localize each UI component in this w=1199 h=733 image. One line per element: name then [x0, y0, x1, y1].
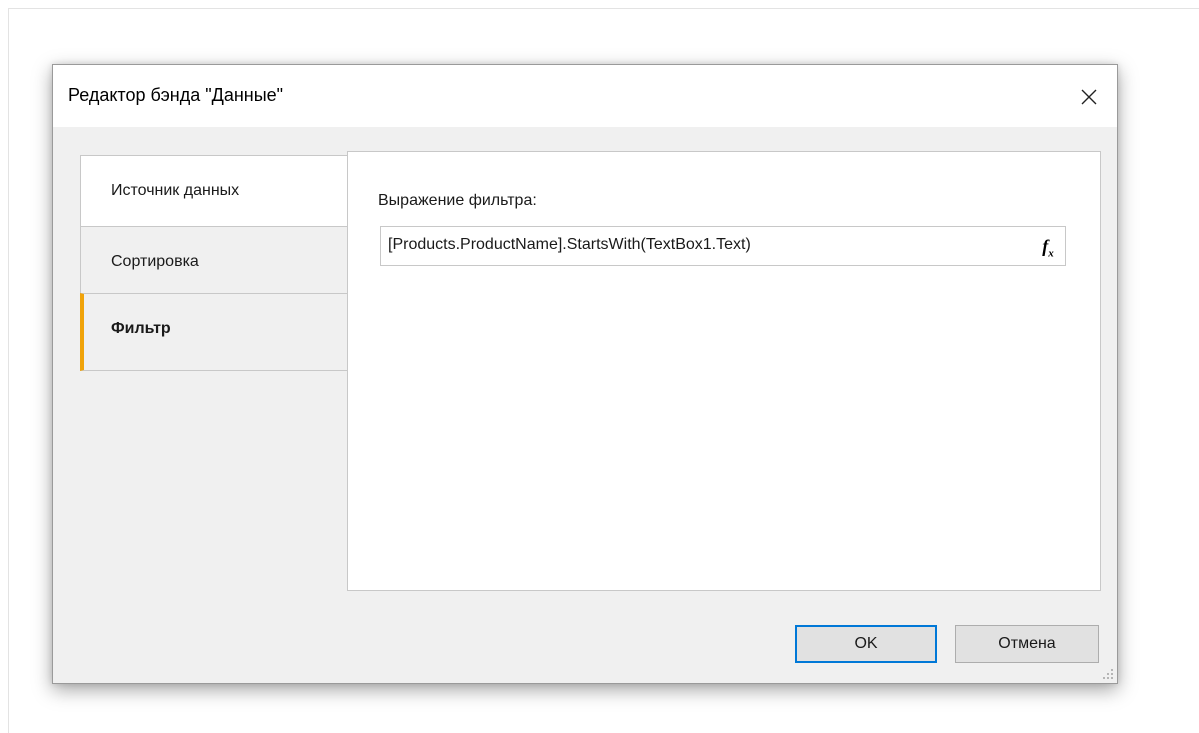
tab-sorting[interactable]: Сортировка — [80, 226, 348, 294]
close-icon — [1081, 89, 1097, 105]
title-bar: Редактор бэнда "Данные" — [53, 65, 1117, 127]
ok-button[interactable]: OK — [795, 625, 937, 663]
filter-panel: Выражение фильтра: [Products.ProductName… — [347, 151, 1101, 591]
resize-grip-icon[interactable] — [1102, 668, 1114, 680]
function-icon[interactable]: fx — [1035, 233, 1061, 260]
tab-filter[interactable]: Фильтр — [80, 293, 348, 371]
tab-filter-label: Фильтр — [111, 320, 171, 337]
close-button[interactable] — [1057, 65, 1117, 127]
dialog-title: Редактор бэнда "Данные" — [68, 85, 284, 105]
filter-expression-label: Выражение фильтра: — [378, 192, 537, 209]
tab-data-source[interactable]: Источник данных — [80, 155, 348, 227]
cancel-button[interactable]: Отмена — [955, 625, 1099, 663]
tab-data-source-label: Источник данных — [111, 182, 240, 199]
band-editor-dialog: Редактор бэнда "Данные" Источник данных … — [52, 64, 1118, 684]
filter-expression-value: [Products.ProductName].StartsWith(TextBo… — [388, 236, 751, 253]
tab-sorting-label: Сортировка — [111, 253, 199, 270]
filter-expression-field[interactable]: [Products.ProductName].StartsWith(TextBo… — [380, 226, 1066, 266]
